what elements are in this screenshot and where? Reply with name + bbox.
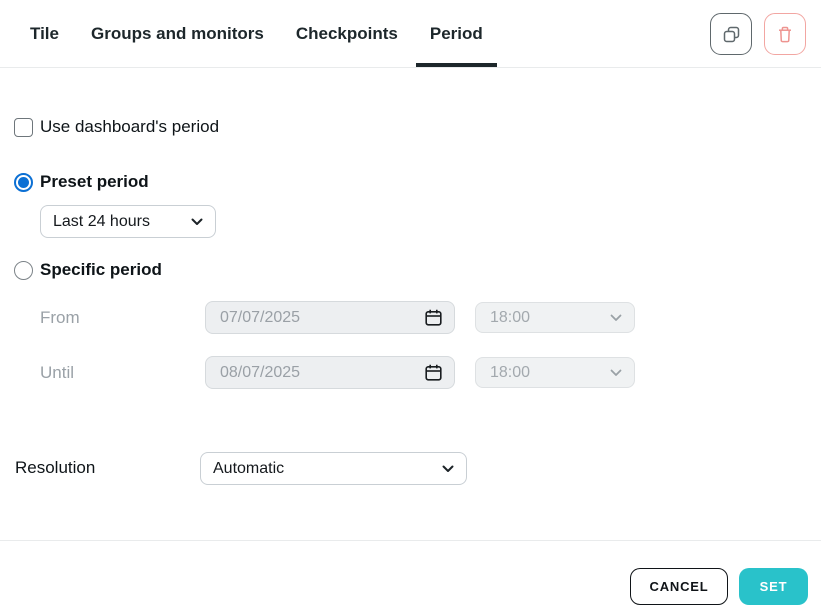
tab-checkpoints[interactable]: Checkpoints — [282, 0, 412, 67]
footer-divider — [0, 540, 821, 541]
tab-bar: Tile Groups and monitors Checkpoints Per… — [0, 0, 821, 68]
from-time-value: 18:00 — [490, 309, 530, 327]
resolution-label: Resolution — [15, 458, 95, 478]
period-settings-panel: Tile Groups and monitors Checkpoints Per… — [0, 0, 821, 615]
delete-button[interactable] — [764, 13, 806, 55]
preset-period-radio[interactable] — [14, 173, 33, 192]
calendar-icon[interactable] — [424, 308, 443, 327]
preset-period-select-value: Last 24 hours — [53, 213, 150, 231]
tab-period[interactable]: Period — [416, 0, 497, 67]
calendar-icon[interactable] — [424, 363, 443, 382]
until-date-value: 08/07/2025 — [220, 364, 300, 382]
from-time-select[interactable]: 18:00 — [475, 302, 635, 333]
tab-groups-and-monitors[interactable]: Groups and monitors — [77, 0, 278, 67]
use-dashboard-period-row: Use dashboard's period — [14, 117, 219, 137]
chevron-down-icon — [442, 465, 454, 473]
specific-period-row: Specific period — [14, 260, 162, 280]
chevron-down-icon — [610, 314, 622, 322]
until-time-value: 18:00 — [490, 364, 530, 382]
resolution-select[interactable]: Automatic — [200, 452, 467, 485]
chevron-down-icon — [191, 218, 203, 226]
until-label: Until — [40, 363, 74, 383]
from-date-input[interactable]: 07/07/2025 — [205, 301, 455, 334]
trash-icon — [776, 25, 794, 44]
preset-period-select[interactable]: Last 24 hours — [40, 205, 216, 238]
tab-tile[interactable]: Tile — [16, 0, 73, 67]
cancel-button[interactable]: CANCEL — [630, 568, 728, 605]
header-actions — [710, 13, 806, 55]
duplicate-button[interactable] — [710, 13, 752, 55]
preset-period-label: Preset period — [40, 172, 149, 192]
chevron-down-icon — [610, 369, 622, 377]
copy-icon — [722, 25, 741, 44]
specific-period-label: Specific period — [40, 260, 162, 280]
from-date-value: 07/07/2025 — [220, 309, 300, 327]
tabs: Tile Groups and monitors Checkpoints Per… — [16, 0, 497, 67]
until-time-select[interactable]: 18:00 — [475, 357, 635, 388]
resolution-select-value: Automatic — [213, 460, 284, 478]
use-dashboard-period-label: Use dashboard's period — [40, 117, 219, 137]
until-date-input[interactable]: 08/07/2025 — [205, 356, 455, 389]
use-dashboard-period-checkbox[interactable] — [14, 118, 33, 137]
from-label: From — [40, 308, 80, 328]
preset-period-row: Preset period — [14, 172, 149, 192]
set-button[interactable]: SET — [739, 568, 808, 605]
specific-period-radio[interactable] — [14, 261, 33, 280]
